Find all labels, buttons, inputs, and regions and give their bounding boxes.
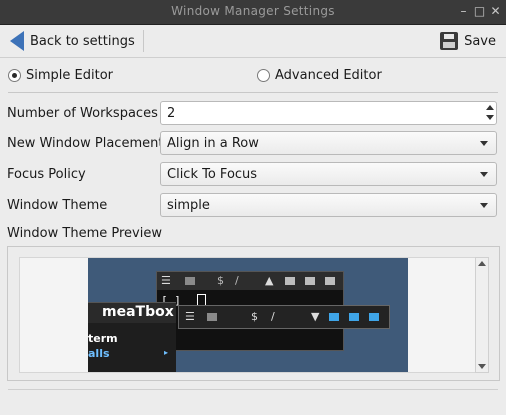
workspaces-label: Number of Workspaces <box>7 106 158 121</box>
spinner-arrows[interactable] <box>484 102 496 124</box>
save-button[interactable]: Save <box>440 28 496 54</box>
advanced-editor-label: Advanced Editor <box>275 67 382 83</box>
theme-preview: ☰ $ / ▲ [ ] ☰ $ / ▼ meaTbox term alls ▸ <box>19 257 478 373</box>
spin-down-icon[interactable] <box>486 115 494 120</box>
theme-preview-frame: ☰ $ / ▲ [ ] ☰ $ / ▼ meaTbox term alls ▸ <box>7 246 500 381</box>
window-icon <box>207 313 217 321</box>
iconify-icon <box>329 313 339 321</box>
preview-glyph-slash-front: / <box>271 310 275 323</box>
back-button[interactable]: Back to settings <box>6 28 143 54</box>
preview-menu-header: meaTbox <box>88 303 176 323</box>
workspaces-value: 2 <box>167 105 176 121</box>
preview-menu-title: meaTbox <box>102 304 174 320</box>
radio-selected-icon <box>8 68 21 82</box>
maximize-icon <box>305 277 315 285</box>
theme-dropdown[interactable]: simple <box>160 193 497 217</box>
preview-glyph-dollar-front: $ <box>251 310 258 323</box>
chevron-down-icon <box>480 203 488 208</box>
placement-dropdown[interactable]: Align in a Row <box>160 131 497 155</box>
menu-icon: ☰ <box>161 274 171 287</box>
preview-glyph-slash: / <box>235 274 239 287</box>
focus-label: Focus Policy <box>7 167 86 182</box>
workspaces-spinner[interactable]: 2 <box>160 101 497 125</box>
window-title: Window Manager Settings <box>171 4 335 18</box>
placement-label: New Window Placement <box>7 136 164 151</box>
maximize-icon[interactable]: □ <box>473 5 486 18</box>
close-icon <box>325 277 335 285</box>
preview-titlebar: ☰ $ / ▲ <box>157 272 343 290</box>
preview-glyph-dollar: $ <box>217 274 224 287</box>
focus-value: Click To Focus <box>167 166 258 182</box>
scroll-down-icon[interactable] <box>478 364 486 369</box>
chevron-down-icon <box>480 141 488 146</box>
shade-icon: ▼ <box>311 310 320 323</box>
focus-dropdown[interactable]: Click To Focus <box>160 162 497 186</box>
scroll-up-icon[interactable] <box>478 261 486 266</box>
save-icon <box>440 32 459 50</box>
divider <box>8 92 498 93</box>
preview-menu-item-term: term <box>88 332 118 345</box>
maximize-icon <box>349 313 359 321</box>
window-titlebar[interactable]: Window Manager Settings – □ ✕ <box>0 0 506 25</box>
preview-menu-item-alls: alls <box>88 347 110 360</box>
close-icon[interactable]: ✕ <box>489 5 502 18</box>
placement-value: Align in a Row <box>167 135 259 151</box>
theme-value: simple <box>167 197 210 213</box>
chevron-down-icon <box>480 172 488 177</box>
spin-up-icon[interactable] <box>486 105 494 110</box>
menu-icon: ☰ <box>185 310 195 323</box>
preview-window-front: ☰ $ / ▼ <box>178 305 390 329</box>
preview-desktop: ☰ $ / ▲ [ ] ☰ $ / ▼ meaTbox term alls ▸ <box>88 258 408 372</box>
close-icon <box>369 313 379 321</box>
preview-scrollbar[interactable] <box>475 257 489 373</box>
settings-window: Window Manager Settings – □ ✕ Back to se… <box>0 0 506 415</box>
submenu-arrow-icon: ▸ <box>164 348 169 357</box>
toolbar: Back to settings Save <box>0 25 506 58</box>
toolbar-separator <box>143 30 144 52</box>
iconify-icon <box>285 277 295 285</box>
simple-editor-radio[interactable]: Simple Editor <box>8 66 113 84</box>
back-button-label: Back to settings <box>30 33 135 49</box>
simple-editor-label: Simple Editor <box>26 67 113 83</box>
save-button-label: Save <box>464 33 496 49</box>
minimize-icon[interactable]: – <box>457 5 470 18</box>
back-arrow-icon <box>10 31 24 51</box>
window-icon <box>185 277 195 285</box>
preview-root-menu: meaTbox term alls ▸ <box>88 302 176 372</box>
shade-icon: ▲ <box>265 274 274 287</box>
advanced-editor-radio[interactable]: Advanced Editor <box>257 66 382 84</box>
radio-unselected-icon <box>257 68 270 82</box>
theme-label: Window Theme <box>7 198 108 213</box>
bottom-divider <box>8 389 498 390</box>
preview-label: Window Theme Preview <box>7 226 162 241</box>
